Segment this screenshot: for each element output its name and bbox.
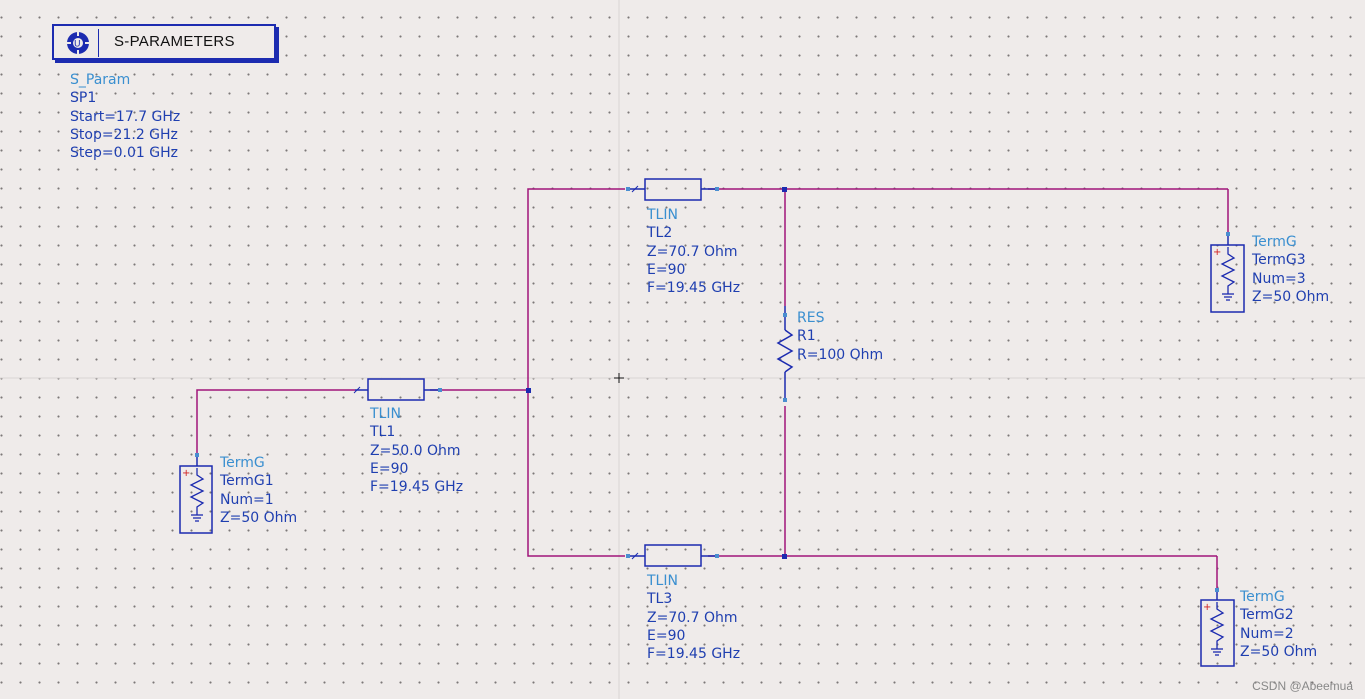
svg-text:+: + (1213, 247, 1221, 258)
sparam-step-label: Step=0.01 GHz (70, 145, 178, 162)
sparam-instance-label: SP1 (70, 90, 97, 107)
termg3-symbol[interactable]: + (1210, 232, 1245, 313)
r1-r-label: R=100 Ohm (797, 346, 884, 363)
termg1-label-block: TermG TermG1 Num=1 Z=50 Ohm (220, 454, 297, 527)
termg2-num-label: Num=2 (1240, 625, 1294, 642)
sparameters-title: S-PARAMETERS (114, 33, 235, 50)
termg1-instance-label: TermG1 (220, 473, 274, 490)
r1-resistor-symbol[interactable] (776, 306, 794, 402)
termg3-instance-label: TermG3 (1252, 252, 1306, 269)
sparam-label-block: S_Param SP1 Start=17.7 GHz Stop=21.2 GHz… (70, 71, 180, 162)
tl3-type-label: TLIN (647, 573, 678, 589)
termg3-type-label: TermG (1252, 234, 1297, 250)
tl2-symbol[interactable] (626, 178, 719, 201)
tl1-symbol[interactable] (353, 378, 442, 401)
termg1-num-label: Num=1 (220, 491, 274, 508)
termg1-type-label: TermG (220, 455, 265, 471)
wire-split (527, 188, 625, 557)
tl3-instance-label: TL3 (647, 591, 673, 608)
tl2-type-label: TLIN (647, 207, 678, 223)
termg1-symbol[interactable]: + (179, 453, 213, 534)
tl3-symbol[interactable] (626, 544, 719, 567)
tl2-f-label: F=19.45 GHz (647, 280, 741, 297)
termg2-type-label: TermG (1240, 589, 1285, 605)
tl1-label-block: TLIN TL1 Z=50.0 Ohm E=90 F=19.45 GHz (370, 405, 463, 496)
tl1-instance-label: TL1 (370, 424, 396, 441)
sparam-start-label: Start=17.7 GHz (70, 108, 181, 125)
tl2-e-label: E=90 (647, 261, 686, 278)
tl3-label-block: TLIN TL3 Z=70.7 Ohm E=90 F=19.45 GHz (647, 572, 740, 663)
tl3-e-label: E=90 (647, 627, 686, 644)
termg1-z-label: Z=50 Ohm (220, 509, 298, 526)
termg2-label-block: TermG TermG2 Num=2 Z=50 Ohm (1240, 588, 1317, 661)
termg2-z-label: Z=50 Ohm (1240, 643, 1318, 660)
r1-label-block: RES R1 R=100 Ohm (797, 309, 883, 364)
r1-type-label: RES (797, 310, 825, 326)
termg3-num-label: Num=3 (1252, 270, 1306, 287)
tl1-e-label: E=90 (370, 460, 409, 477)
tl1-f-label: F=19.45 GHz (370, 479, 464, 496)
tl3-f-label: F=19.45 GHz (647, 646, 741, 663)
termg3-z-label: Z=50 Ohm (1252, 288, 1330, 305)
termg2-instance-label: TermG2 (1240, 607, 1294, 624)
sparameters-controller[interactable]: U S-PARAMETERS (52, 24, 276, 60)
tl2-z-label: Z=70.7 Ohm (647, 243, 738, 260)
wire-term1-tl1 (196, 389, 355, 453)
svg-text:+: + (1203, 602, 1211, 613)
sparam-stop-label: Stop=21.2 GHz (70, 126, 178, 143)
tl2-label-block: TLIN TL2 Z=70.7 Ohm E=90 F=19.45 GHz (647, 206, 740, 297)
watermark: CSDN @Abeemua (1252, 679, 1353, 693)
r1-instance-label: R1 (797, 328, 816, 345)
tl1-z-label: Z=50.0 Ohm (370, 442, 461, 459)
sparameters-gear-icon: U (58, 29, 99, 57)
sparam-type-label: S_Param (70, 72, 131, 88)
tl1-type-label: TLIN (370, 406, 401, 422)
termg3-label-block: TermG TermG3 Num=3 Z=50 Ohm (1252, 233, 1329, 306)
cursor-crosshair-icon (614, 373, 624, 383)
termg2-symbol[interactable]: + (1200, 588, 1235, 667)
svg-text:+: + (182, 468, 190, 479)
tl3-z-label: Z=70.7 Ohm (647, 609, 738, 626)
svg-text:U: U (74, 40, 81, 50)
tl2-instance-label: TL2 (647, 225, 673, 242)
